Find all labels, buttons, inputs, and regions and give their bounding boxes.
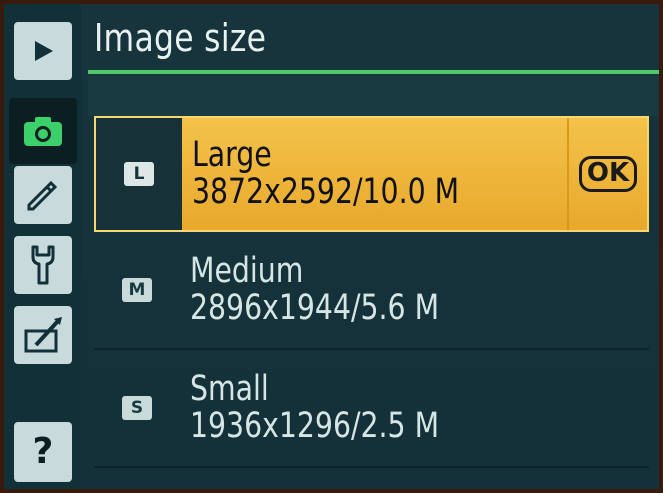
menu-sidebar: ? [4,4,81,489]
header-band [88,76,659,116]
size-small-icon: S [122,396,152,420]
size-medium-icon: M [122,278,152,302]
option-name: Small [190,369,269,410]
retouch-brush-icon [24,317,62,353]
option-name: Medium [190,251,304,292]
option-large[interactable]: L Large 3872x2592/10.0 M OK [94,116,649,232]
tab-setup[interactable] [14,236,72,294]
tab-shooting[interactable] [9,98,77,164]
pencil-icon [27,180,58,211]
tab-retouch[interactable] [14,306,72,364]
help-icon: ? [32,431,54,472]
wrench-icon [31,245,55,285]
play-icon [35,41,53,61]
image-size-options: L Large 3872x2592/10.0 M OK M Medium 289… [94,116,649,468]
option-small[interactable]: S Small 1936x1296/2.5 M [94,350,649,468]
option-medium[interactable]: M Medium 2896x1944/5.6 M [94,232,649,350]
title-underline [88,70,659,74]
option-detail: 1936x1296/2.5 M [190,406,440,446]
camera-menu-screen: ? Image size L Large 3872x2592/10.0 M OK… [4,4,659,489]
tab-playback[interactable] [14,22,72,80]
option-name: Large [192,135,272,176]
camera-icon [24,117,62,146]
size-large-icon: L [124,162,154,186]
option-detail: 3872x2592/10.0 M [192,172,460,212]
tab-help[interactable]: ? [14,422,72,482]
page-title: Image size [94,16,267,60]
ok-button[interactable]: OK [578,156,638,192]
option-detail: 2896x1944/5.6 M [190,288,440,328]
tab-custom-settings[interactable] [14,166,72,224]
